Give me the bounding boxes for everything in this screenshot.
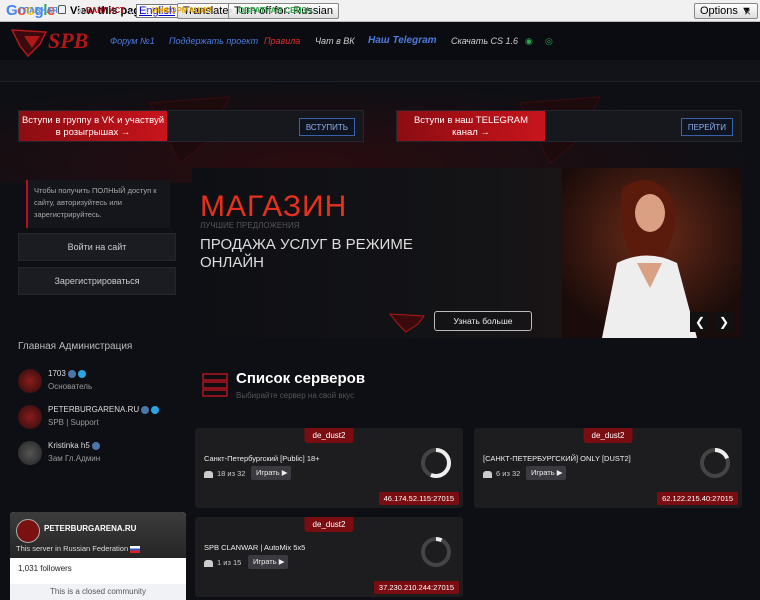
play-button[interactable]: Играть ▶ [526,466,566,480]
chevron-down-icon: ⌄ [206,6,213,15]
vk-icon[interactable] [141,405,150,414]
players-count: 6 из 32 [496,469,521,478]
shop-subtitle: ЛУЧШИЕ ПРЕДЛОЖЕНИЯ [200,221,300,230]
shop-headline: ПРОДАЖА УСЛУГ В РЕЖИМЕ ОНЛАЙН [200,236,413,271]
chevron-down-icon: ⌄ [128,6,135,15]
play-button[interactable]: Играть ▶ [248,555,288,569]
avatar [18,405,42,429]
server-card[interactable]: de_dust2 SPB CLANWAR | AutoMix 5x5 1 из … [195,517,463,597]
admin-name: 1703 [48,369,66,378]
avatar [16,519,40,543]
site-logo[interactable]: SPB [10,26,90,58]
vk-icon[interactable] [67,369,76,378]
login-button[interactable]: Войти на сайт [18,233,176,261]
nav-link-vk-chat[interactable]: Чат в ВК [315,36,355,46]
avatar [18,369,42,393]
servers-title: Список серверов [236,370,366,387]
players-count: 18 из 32 [217,469,246,478]
play-button[interactable]: Играть ▶ [251,466,291,480]
lock-icon [58,5,66,14]
nav-link-support-project[interactable]: Поддержать проект [169,36,258,46]
flag-icon [130,545,141,553]
load-ring [421,537,451,567]
server-name: [САНКТ-ПЕТЕРБУРГСКИЙ] ONLY [DUST2] [483,454,631,463]
admin-role: SPB | Support [48,418,99,427]
telegram-promo-card: Вступи в наш TELEGRAM канал → ПЕРЕЙТИ [396,110,742,142]
admin-item[interactable]: 1703 Основатель [18,367,176,397]
servers-subtitle: Выбирайте сервер на свой вкус [236,391,355,400]
vk-widget[interactable]: PETERBURGARENA.RU This server in Russian… [10,512,186,600]
nav-item-banlist[interactable]: БАНЛИСТ [86,6,125,15]
nav-link-rules[interactable]: Правила [264,36,300,46]
admin-role: Зам Гл.Админ [48,454,101,463]
vk-closed-note: This is a closed community [10,584,186,600]
avatar [18,441,42,465]
admin-item[interactable]: PETERBURGARENA.RU SPB | Support [18,403,176,433]
nav-item-info[interactable]: ИНФОРМАЦИЯ [152,6,212,15]
wing-logo-icon [388,313,425,333]
shop-title: МАГАЗИН [200,190,348,223]
admin-item[interactable]: Kristinka h5 Зам Гл.Админ [18,439,176,469]
server-ip[interactable]: 62.122.215.40:27015 [657,492,738,505]
server-name: SPB CLANWAR | AutoMix 5x5 [204,543,306,552]
nav-item-home[interactable]: ГЛАВНАЯ [19,6,58,15]
logo-text: SPB [48,28,89,53]
map-badge: de_dust2 [304,428,354,443]
players-icon [483,470,492,478]
prev-slide-button[interactable]: ❮ [690,312,710,332]
telegram-icon[interactable] [77,369,86,378]
vk-group-name[interactable]: PETERBURGARENA.RU [44,524,136,533]
vk-group-subtitle: This server in Russian Federation [16,544,129,553]
shop-banner: МАГАЗИН ЛУЧШИЕ ПРЕДЛОЖЕНИЯ ПРОДАЖА УСЛУГ… [192,168,742,338]
info-icon: ℹ [145,6,149,15]
server-card[interactable]: de_dust2 [САНКТ-ПЕТЕРБУРГСКИЙ] ONLY [DUS… [474,428,742,508]
server-ip[interactable]: 37.230.210.244:27015 [373,581,459,594]
vk-followers: 1,031 followers [18,564,72,573]
vk-join-button[interactable]: ВСТУПИТЬ [298,118,355,136]
players-icon [204,470,213,478]
close-icon[interactable]: × [744,5,751,19]
wing-logo-icon [10,29,48,58]
load-ring [700,448,730,478]
server-list-icon [202,373,228,397]
vk-icon[interactable] [91,441,100,450]
steam-icon[interactable]: ◉ [525,36,533,47]
ban-icon: ⊘ [76,6,83,15]
chevron-down-icon: ⌄ [305,6,312,15]
admin-title: Главная Администрация [18,341,133,352]
players-count: 1 из 15 [217,558,242,567]
telegram-go-button[interactable]: ПЕРЕЙТИ [680,118,733,136]
auth-note: Чтобы получить ПОЛНЫЙ доступ к сайту, ав… [26,180,170,228]
vk-promo-card: Вступи в группу в VK и участвуй в розыгр… [18,110,364,142]
admin-name: Kristinka h5 [48,441,90,450]
server-card[interactable]: de_dust2 Санкт-Петербургский [Public] 18… [195,428,463,508]
load-ring [421,448,451,478]
nav-link-telegram[interactable]: Наш Telegram [368,35,437,46]
search-icon[interactable]: ◎ [545,36,553,47]
nav-link-download[interactable]: Скачать CS 1.6 [451,36,518,46]
map-badge: de_dust2 [304,517,354,532]
server-name: Санкт-Петербургский [Public] 18+ [204,454,320,463]
main-nav [0,60,760,82]
nav-link-forum[interactable]: Форум №1 [110,36,155,46]
players-icon [204,559,213,567]
learn-more-button[interactable]: Узнать больше [434,311,532,331]
admin-role: Основатель [48,382,93,391]
server-ip[interactable]: 46.174.52.115:27015 [378,492,459,505]
next-slide-button[interactable]: ❯ [714,312,734,332]
nav-item-feedback[interactable]: ОБРАТНАЯ СВЯЗЬ [238,6,312,15]
telegram-promo-text: Вступи в наш TELEGRAM канал → [397,111,545,141]
home-icon: ⌂ [10,6,15,15]
admin-name: PETERBURGARENA.RU [48,405,140,414]
vk-promo-text: Вступи в группу в VK и участвуй в розыгр… [19,111,167,141]
map-badge: de_dust2 [583,428,633,443]
register-button[interactable]: Зарегистрироваться [18,267,176,295]
telegram-icon[interactable] [151,405,160,414]
feedback-icon: ● [228,6,233,15]
